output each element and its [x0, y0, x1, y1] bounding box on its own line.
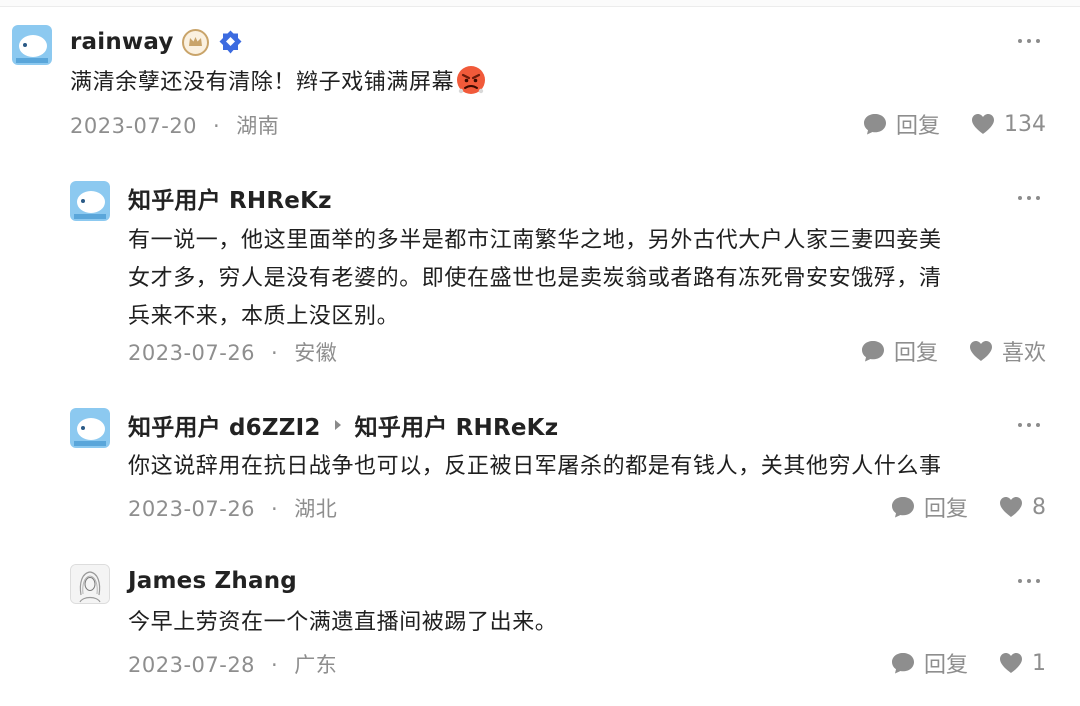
more-dots-icon[interactable]	[1018, 193, 1040, 203]
meta-separator: ·	[271, 497, 279, 521]
comment-location: 广东	[294, 653, 338, 677]
comment-date: 2023-07-20	[70, 114, 198, 138]
reply-label: 回复	[923, 653, 968, 678]
like-label: 喜欢	[1001, 341, 1046, 366]
avatar[interactable]	[12, 25, 52, 65]
username[interactable]: 知乎用户 d6ZZI2	[128, 408, 321, 442]
angry-face-icon	[456, 65, 486, 95]
comment-header: James Zhang	[128, 563, 297, 599]
comment-header: rainway	[70, 24, 244, 60]
meta-separator: ·	[271, 341, 279, 365]
comment-content: 有一说一，他这里面举的多半是都市江南繁华之地，另外古代大户人家三妻四妾美 女才多…	[128, 228, 942, 329]
like-button[interactable]: 喜欢	[968, 335, 1046, 367]
like-button[interactable]: 8	[998, 495, 1046, 520]
reply-to-username[interactable]: 知乎用户 RHReKz	[355, 408, 559, 442]
heart-icon	[1000, 653, 1022, 673]
chat-bubble-icon	[891, 497, 914, 518]
like-count: 134	[1004, 111, 1046, 137]
comment-location: 湖南	[236, 114, 280, 138]
reply-button[interactable]: 回复	[890, 491, 968, 523]
comment-header: 知乎用户 RHReKz	[128, 180, 332, 216]
reply-label: 回复	[923, 497, 968, 522]
username[interactable]: James Zhang	[128, 568, 297, 594]
avatar[interactable]	[70, 564, 110, 604]
comment-location: 安徽	[294, 341, 338, 365]
top-divider	[0, 0, 1080, 7]
crown-badge-icon	[181, 28, 209, 56]
comment-actions: 回复 喜欢	[860, 335, 1046, 367]
comment-meta: 2023-07-26 · 安徽	[128, 337, 337, 367]
reply-label: 回复	[893, 341, 938, 366]
username[interactable]: rainway	[70, 29, 174, 55]
comment-date: 2023-07-28	[128, 653, 256, 677]
reply-button[interactable]: 回复	[890, 647, 968, 679]
comment-actions: 回复 8	[890, 491, 1046, 523]
comment-date: 2023-07-26	[128, 497, 256, 521]
comment-date: 2023-07-26	[128, 341, 256, 365]
reply-label: 回复	[895, 114, 940, 139]
comment-meta: 2023-07-28 · 广东	[128, 649, 337, 679]
comment-content: 满清余孽还没有清除！辫子戏铺满屏幕	[70, 64, 486, 102]
more-dots-icon[interactable]	[1018, 36, 1040, 46]
avatar[interactable]	[70, 408, 110, 448]
meta-separator: ·	[271, 653, 279, 677]
heart-icon	[969, 341, 992, 361]
comment-meta: 2023-07-20 · 湖南	[70, 110, 279, 140]
like-count: 1	[1032, 650, 1046, 676]
comment-actions: 回复 134	[862, 108, 1046, 140]
more-dots-icon[interactable]	[1018, 576, 1040, 586]
comment-location: 湖北	[294, 497, 338, 521]
reply-arrow-icon	[334, 420, 341, 430]
comment-meta: 2023-07-26 · 湖北	[128, 493, 337, 523]
like-button[interactable]: 134	[970, 112, 1046, 137]
like-count: 8	[1032, 494, 1046, 520]
meta-separator: ·	[213, 114, 221, 138]
more-dots-icon[interactable]	[1018, 420, 1040, 430]
comment-content: 今早上劳资在一个满遗直播间被踢了出来。	[128, 610, 558, 635]
heart-icon	[972, 114, 994, 134]
reply-button[interactable]: 回复	[862, 108, 940, 140]
comment-header: 知乎用户 d6ZZI2 知乎用户 RHReKz	[128, 407, 558, 443]
heart-icon	[1000, 497, 1022, 517]
avatar[interactable]	[70, 181, 110, 221]
reply-button[interactable]: 回复	[860, 335, 938, 367]
comment-actions: 回复 1	[890, 647, 1046, 679]
comment-content: 你这说辞用在抗日战争也可以，反正被日军屠杀的都是有钱人，关其他穷人什么事	[128, 454, 942, 479]
username[interactable]: 知乎用户 RHReKz	[128, 181, 332, 215]
verified-badge-icon	[217, 29, 244, 56]
chat-bubble-icon	[863, 114, 886, 135]
chat-bubble-icon	[891, 653, 914, 674]
like-button[interactable]: 1	[998, 651, 1046, 676]
chat-bubble-icon	[861, 341, 884, 362]
